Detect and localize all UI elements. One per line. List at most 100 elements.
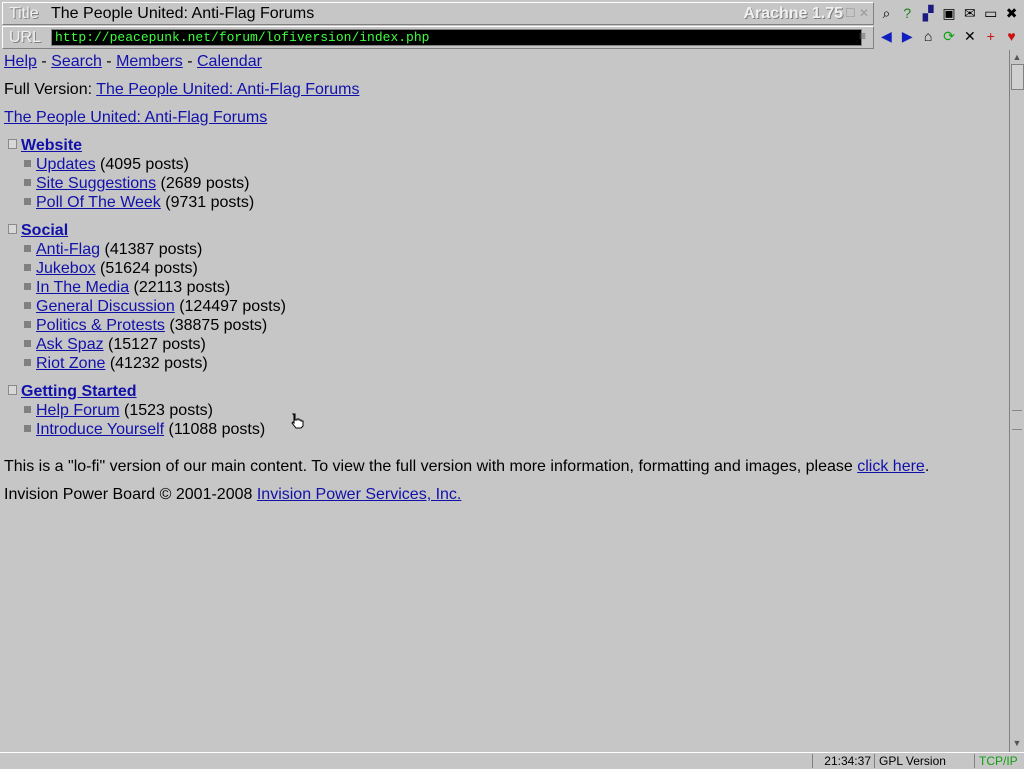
category-link[interactable]: Social [21, 222, 68, 239]
browser-chrome: Title The People United: Anti-Flag Forum… [0, 0, 1024, 50]
category-heading: Website [8, 137, 82, 155]
copyright-line: Invision Power Board © 2001-2008 Invisio… [4, 486, 461, 504]
mail-icon[interactable]: ✉ [959, 2, 980, 24]
post-count: (38875 posts) [169, 317, 268, 334]
close-window-icon[interactable]: ✕ [859, 6, 869, 20]
forum-link[interactable]: Help Forum [36, 402, 120, 419]
bullet-icon [24, 359, 31, 366]
forum-link[interactable]: Site Suggestions [36, 175, 156, 192]
forum-link[interactable]: General Discussion [36, 298, 175, 315]
post-count: (15127 posts) [108, 336, 206, 353]
vertical-scrollbar[interactable]: ▲ ▼ [1009, 50, 1024, 752]
full-version-label: Full Version: [4, 81, 93, 98]
post-count: (4095 posts) [100, 156, 189, 173]
forum-item: Ask Spaz (15127 posts) [24, 336, 206, 354]
forum-item: General Discussion (124497 posts) [24, 298, 286, 316]
stats-icon[interactable]: ▞ [918, 2, 939, 24]
forum-link[interactable]: Poll Of The Week [36, 194, 161, 211]
category-link[interactable]: Website [21, 137, 82, 154]
category-box-icon [8, 224, 17, 234]
post-count: (41387 posts) [104, 241, 203, 258]
nav-separator: - [41, 53, 47, 70]
top-nav: Help - Search - Members - Calendar [4, 53, 262, 71]
copyright-text: Invision Power Board © 2001-2008 [4, 486, 253, 503]
forum-link[interactable]: In The Media [36, 279, 129, 296]
forward-icon[interactable]: ▶ [897, 25, 918, 47]
search-icon[interactable]: ⌕ [876, 2, 897, 24]
app-name: Arachne 1.75 [743, 5, 843, 22]
maximize-icon[interactable]: ☐ [845, 6, 856, 20]
forum-link[interactable]: Anti-Flag [36, 241, 100, 258]
board-link[interactable]: The People United: Anti-Flag Forums [4, 109, 267, 126]
status-protocol: TCP/IP [974, 754, 1024, 768]
home-icon[interactable]: ⌂ [918, 25, 939, 47]
forum-link[interactable]: Riot Zone [36, 355, 105, 372]
forum-item: Riot Zone (41232 posts) [24, 355, 208, 373]
category-heading: Getting Started [8, 383, 137, 401]
post-count: (41232 posts) [109, 355, 208, 372]
full-version-link[interactable]: The People United: Anti-Flag Forums [96, 81, 359, 98]
category-link[interactable]: Getting Started [21, 383, 137, 400]
lofi-notice: This is a "lo-fi" version of our main co… [4, 458, 929, 476]
forum-link[interactable]: Politics & Protests [36, 317, 165, 334]
category-box-icon [8, 385, 17, 395]
page-content: Help - Search - Members - Calendar Full … [0, 50, 1008, 752]
scroll-grip[interactable] [1012, 410, 1022, 430]
post-count: (22113 posts) [133, 279, 231, 296]
bullet-icon [24, 425, 31, 432]
calendar-link[interactable]: Calendar [197, 53, 262, 70]
bullet-icon [24, 406, 31, 413]
forum-item: Updates (4095 posts) [24, 156, 189, 174]
full-version-line: Full Version: The People United: Anti-Fl… [4, 81, 359, 99]
forum-link[interactable]: Jukebox [36, 260, 96, 277]
bullet-icon [24, 179, 31, 186]
forum-item: Introduce Yourself (11088 posts) [24, 421, 265, 439]
scroll-thumb[interactable] [1011, 64, 1024, 90]
toolbar: ⌕? ▞ ▣ ✉ ▭ ✖ ◀ ▶ ⌂ ⟳ ✕ + ♥ [874, 0, 1024, 50]
bullet-icon [24, 198, 31, 205]
forum-item: In The Media (22113 posts) [24, 279, 230, 297]
bullet-icon [24, 283, 31, 290]
back-icon[interactable]: ◀ [876, 25, 897, 47]
scroll-up-icon[interactable]: ▲ [1011, 52, 1023, 64]
save-icon[interactable]: ▣ [939, 2, 960, 24]
help-icon[interactable]: ? [897, 2, 918, 24]
forum-item: Politics & Protests (38875 posts) [24, 317, 267, 335]
post-count: (124497 posts) [179, 298, 286, 315]
board-link-line: The People United: Anti-Flag Forums [4, 109, 267, 127]
window-buttons[interactable]: ☐ ✕ [845, 6, 869, 20]
lofi-period: . [924, 458, 930, 475]
company-link[interactable]: Invision Power Services, Inc. [257, 486, 462, 503]
forum-link[interactable]: Updates [36, 156, 96, 173]
close-app-icon[interactable]: ✖ [1001, 2, 1022, 24]
add-icon[interactable]: + [980, 25, 1001, 47]
lofi-text: This is a "lo-fi" version of our main co… [4, 458, 853, 475]
url-history-icon[interactable]: ≡ [859, 29, 871, 45]
bullet-icon [24, 340, 31, 347]
members-link[interactable]: Members [116, 53, 183, 70]
url-label: URL [9, 29, 42, 46]
toolbar-row-1: ⌕? ▞ ▣ ✉ ▭ ✖ [876, 2, 1022, 24]
click-here-link[interactable]: click here [857, 458, 925, 475]
forum-item: Poll Of The Week (9731 posts) [24, 194, 254, 212]
status-time: 21:34:37 [812, 754, 875, 768]
bullet-icon [24, 302, 31, 309]
status-bar: 21:34:37 GPL Version TCP/IP [0, 752, 1024, 769]
forum-item: Jukebox (51624 posts) [24, 260, 198, 278]
bullet-icon [24, 160, 31, 167]
stop-icon[interactable]: ✕ [959, 25, 980, 47]
reload-icon[interactable]: ⟳ [939, 25, 960, 47]
nav-separator: - [106, 53, 112, 70]
category-box-icon [8, 139, 17, 149]
window-icon[interactable]: ▭ [980, 2, 1001, 24]
forum-link[interactable]: Ask Spaz [36, 336, 104, 353]
bullet-icon [24, 321, 31, 328]
post-count: (2689 posts) [160, 175, 250, 192]
scroll-down-icon[interactable]: ▼ [1011, 738, 1023, 750]
url-input[interactable]: http://peacepunk.net/forum/lofiversion/i… [51, 29, 862, 46]
help-link[interactable]: Help [4, 53, 37, 70]
forum-link[interactable]: Introduce Yourself [36, 421, 164, 438]
favorite-icon[interactable]: ♥ [1001, 25, 1022, 47]
nav-separator: - [187, 53, 193, 70]
search-link[interactable]: Search [51, 53, 102, 70]
